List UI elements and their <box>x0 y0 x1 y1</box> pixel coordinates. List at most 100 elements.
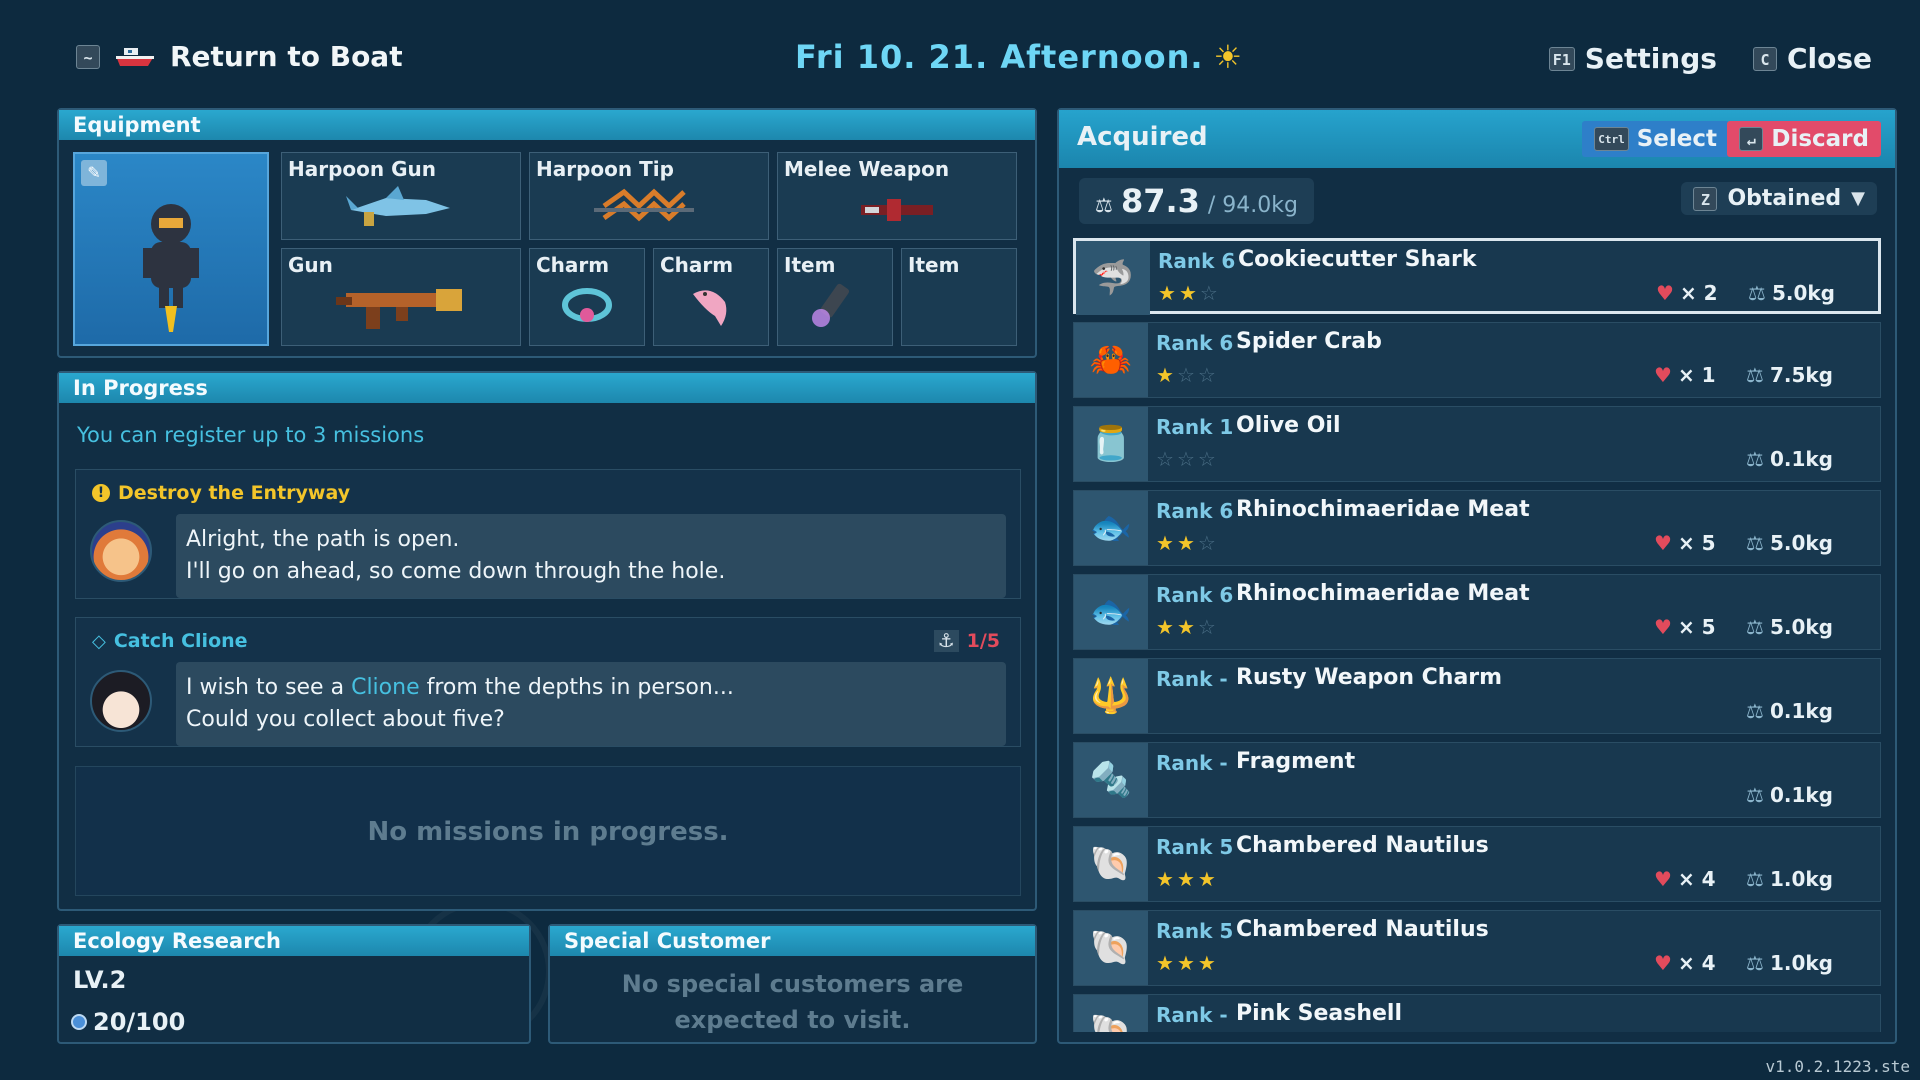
item-rank: Rank - <box>1156 667 1228 691</box>
item-name: Rhinochimaeridae Meat <box>1236 581 1530 606</box>
select-key-hint: Ctrl <box>1594 127 1629 151</box>
diamond-icon: ◇ <box>92 630 106 652</box>
fish-thumb-icon: 🐟 <box>1074 575 1148 649</box>
equipment-panel: Equipment ✎ Harpoon Gun Harpoon Tip Mele… <box>57 108 1037 358</box>
diver-figure-icon <box>143 204 199 332</box>
nautilus-thumb-icon: 🐚 <box>1074 911 1148 985</box>
mission-card[interactable]: ◇ Catch Clione ⚓ 1/5 I wish to see a Cli… <box>75 617 1021 747</box>
item-rank: Rank 1 <box>1156 415 1234 439</box>
special-customer-panel: Special Customer No special customers ar… <box>548 924 1037 1044</box>
star-empty-icon: ☆ <box>1197 531 1219 555</box>
item-count-text: × 4 <box>1677 951 1716 975</box>
nautilus-thumb-icon: 🐚 <box>1074 827 1148 901</box>
harpoon-tip-icon <box>594 188 694 222</box>
star-filled-icon: ★ <box>1176 867 1198 891</box>
chevron-down-icon: ▼ <box>1851 188 1865 209</box>
star-empty-icon: ☆ <box>1197 447 1219 471</box>
item-count: ♥ × 1 <box>1654 363 1716 387</box>
charm-thumb-icon: 🔱 <box>1074 659 1148 733</box>
weight-icon: ⚖ <box>1746 531 1764 555</box>
melee-weapon-icon <box>861 198 933 221</box>
slot-label: Harpoon Tip <box>536 157 674 181</box>
weight-icon: ⚖ <box>1746 363 1764 387</box>
item-weight: ⚖ 0.1kg <box>1746 699 1833 723</box>
slot-label: Charm <box>536 253 610 277</box>
return-to-boat-label: Return to Boat <box>170 40 403 73</box>
weight-box: ⚖ 87.3 / 94.0kg <box>1079 178 1314 224</box>
item-row[interactable]: 🫙 Rank 1 Olive Oil ☆☆☆ ⚖ 0.1kg <box>1073 406 1881 482</box>
ecology-research-panel[interactable]: Ecology Research LV.2 20/100 <box>57 924 531 1044</box>
dolphin-charm-icon <box>693 290 727 326</box>
item-weight-text: 5.0kg <box>1769 615 1833 639</box>
equipment-title: Equipment <box>59 110 1035 140</box>
rifle-icon <box>336 288 462 329</box>
item-slot-1[interactable]: Item <box>777 248 893 346</box>
slot-label: Item <box>784 253 836 277</box>
harpoon-tip-slot[interactable]: Harpoon Tip <box>529 152 769 240</box>
mission-title-text: Catch Clione <box>113 630 248 652</box>
diver-avatar[interactable]: ✎ <box>73 152 269 346</box>
item-count: ♥ × 5 <box>1654 531 1716 555</box>
settings-button[interactable]: F1 Settings <box>1548 42 1717 75</box>
item-row[interactable]: 🐚 Rank - Pink Seashell <box>1073 994 1881 1032</box>
mission-dialogue: I wish to see a Clione from the depths i… <box>176 662 1006 746</box>
heart-gem-icon: ♥ <box>1654 531 1672 555</box>
item-rank: Rank - <box>1156 1003 1228 1027</box>
harpoon-icon: ⚓ <box>933 630 959 652</box>
star-filled-icon: ★ <box>1156 867 1177 891</box>
item-row[interactable]: 🦀 Rank 6 Spider Crab ★☆☆ ♥ × 1 ⚖ 7.5kg <box>1073 322 1881 398</box>
discard-button[interactable]: ↵ Discard <box>1727 121 1881 157</box>
close-button[interactable]: C Close <box>1752 42 1872 75</box>
mission-title: ◇ Catch Clione <box>92 630 248 652</box>
item-row[interactable]: 🐟 Rank 6 Rhinochimaeridae Meat ★★☆ ♥ × 5 ⚖ 5.0k… <box>1073 490 1881 566</box>
weight-icon: ⚖ <box>1748 281 1766 305</box>
item-row[interactable]: 🦈 Rank 6 Cookiecutter Shark ★★☆ ♥ × 2 ⚖ 5.0kg <box>1073 238 1881 315</box>
item-row[interactable]: 🔱 Rank - Rusty Weapon Charm ⚖ 0.1kg <box>1073 658 1881 734</box>
item-row[interactable]: 🐟 Rank 6 Rhinochimaeridae Meat ★★☆ ♥ × 5 ⚖ 5.0k… <box>1073 574 1881 650</box>
select-button[interactable]: Ctrl Select <box>1582 121 1729 157</box>
harpoon-gun-slot[interactable]: Harpoon Gun <box>281 152 521 240</box>
ecology-points: 20/100 <box>71 1008 185 1036</box>
mission-progress: ⚓ 1/5 <box>933 630 1000 652</box>
edit-icon[interactable]: ✎ <box>81 160 107 186</box>
item-weight-text: 1.0kg <box>1769 867 1833 891</box>
crab-thumb-icon: 🦀 <box>1074 323 1148 397</box>
star-empty-icon: ☆ <box>1156 447 1177 471</box>
star-rating: ☆☆☆ <box>1156 447 1219 471</box>
item-weight: ⚖ 0.1kg <box>1746 447 1833 471</box>
charm-slot-2[interactable]: Charm <box>653 248 769 346</box>
star-filled-icon: ★ <box>1176 615 1198 639</box>
sort-dropdown[interactable]: Z Obtained ▼ <box>1681 182 1877 215</box>
item-row[interactable]: 🐚 Rank 5 Chambered Nautilus ★★★ ♥ × 4 ⚖ 1.0kg <box>1073 826 1881 902</box>
close-label: Close <box>1786 42 1872 75</box>
item-weight: ⚖ 5.0kg <box>1746 615 1833 639</box>
weight-current: 87.3 <box>1120 182 1200 220</box>
charm-slot-1[interactable]: Charm <box>529 248 645 346</box>
item-slot-2[interactable]: Item <box>901 248 1017 346</box>
return-to-boat-button[interactable]: ~ Return to Boat <box>76 40 403 73</box>
item-name: Cookiecutter Shark <box>1238 247 1477 272</box>
date-text: Fri 10. 21. Afternoon. <box>795 38 1204 76</box>
weight-icon: ⚖ <box>1746 867 1764 891</box>
top-right-controls: F1 Settings C Close <box>1527 42 1872 75</box>
star-filled-icon: ★ <box>1197 951 1219 975</box>
item-weight-text: 5.0kg <box>1771 281 1835 305</box>
star-rating: ★☆☆ <box>1156 363 1219 387</box>
item-weight: ⚖ 1.0kg <box>1746 951 1833 975</box>
mission-title: ! Destroy the Entryway <box>92 482 350 504</box>
item-name: Chambered Nautilus <box>1236 917 1489 942</box>
star-empty-icon: ☆ <box>1176 363 1198 387</box>
sort-key-hint: Z <box>1693 186 1718 211</box>
item-count-text: × 5 <box>1677 531 1716 555</box>
item-row[interactable]: 🐚 Rank 5 Chambered Nautilus ★★★ ♥ × 4 ⚖ 1.0kg <box>1073 910 1881 986</box>
item-row[interactable]: 🔩 Rank - Fragment ⚖ 0.1kg <box>1073 742 1881 818</box>
star-filled-icon: ★ <box>1156 615 1177 639</box>
gun-slot[interactable]: Gun <box>281 248 521 346</box>
mission-card[interactable]: ! Destroy the Entryway Alright, the path… <box>75 469 1021 599</box>
acquired-item-list[interactable]: 🦈 Rank 6 Cookiecutter Shark ★★☆ ♥ × 2 ⚖ 5.0kg 🦀 R… <box>1073 238 1883 1032</box>
item-name: Spider Crab <box>1236 329 1382 354</box>
acquired-header: Acquired Ctrl Select ↵ Discard <box>1059 110 1895 168</box>
star-rating: ★★☆ <box>1158 281 1221 305</box>
melee-weapon-slot[interactable]: Melee Weapon <box>777 152 1017 240</box>
star-filled-icon: ★ <box>1158 281 1179 305</box>
